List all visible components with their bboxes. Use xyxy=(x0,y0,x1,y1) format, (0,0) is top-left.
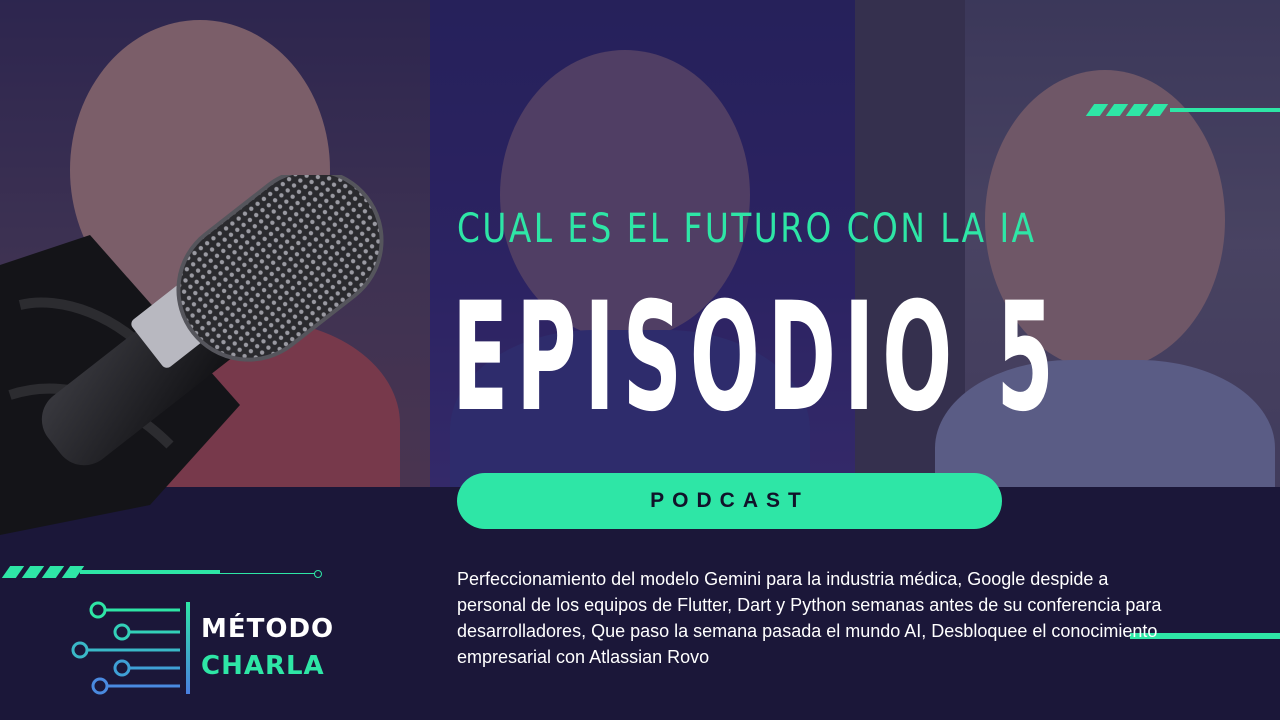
episode-description: Perfeccionamiento del modelo Gemini para… xyxy=(457,569,1162,667)
logo-divider xyxy=(186,602,190,694)
microphone-icon xyxy=(0,175,384,535)
accent-line-top xyxy=(1170,108,1280,112)
accent-stripes-left xyxy=(1,566,85,578)
logo-line-1: MÉTODO xyxy=(201,614,335,644)
podcast-pill-button[interactable]: PODCAST xyxy=(457,473,1002,529)
accent-line-left xyxy=(80,570,220,574)
accent-stripes-top xyxy=(1085,104,1169,116)
episode-title: EPISODIO 5 xyxy=(452,271,1062,445)
circuit-icon xyxy=(71,601,180,695)
logo-line-2: CHARLA xyxy=(201,651,325,681)
episode-subtitle: CUAL ES EL FUTURO CON LA IA xyxy=(457,206,1037,252)
